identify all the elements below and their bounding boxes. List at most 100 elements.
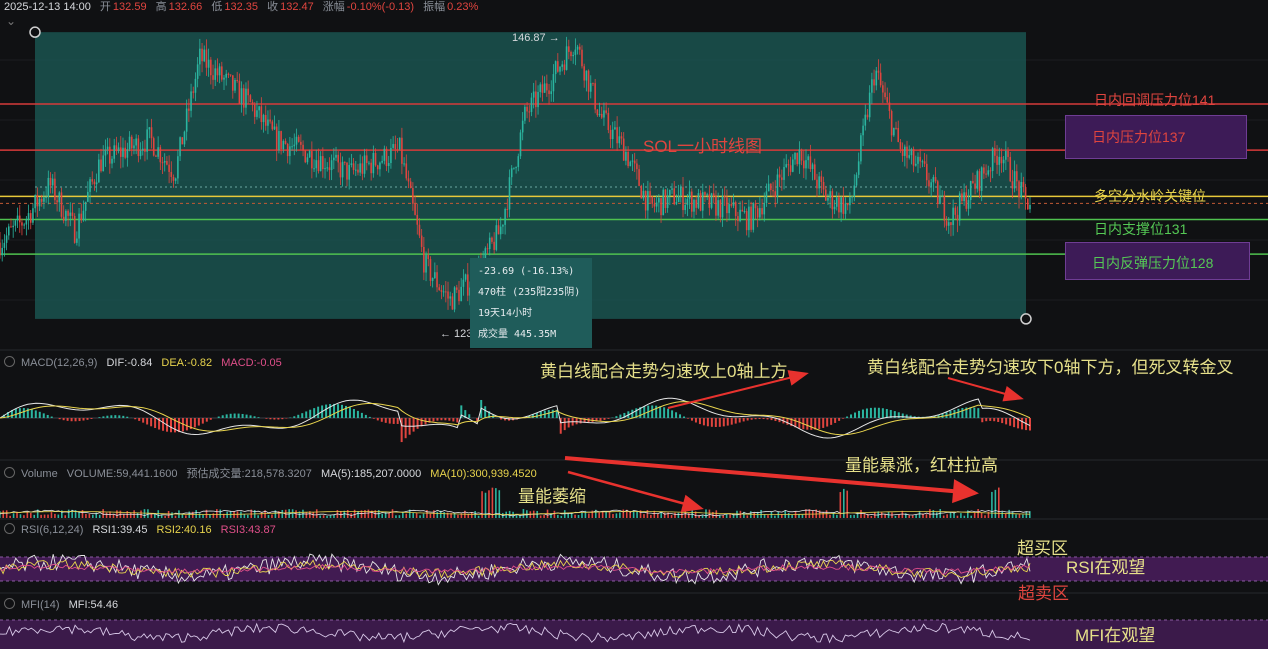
rsi-settings-icon[interactable] — [4, 523, 15, 534]
macd-hist-bar — [758, 418, 761, 419]
macd-hist-bar — [38, 411, 41, 418]
candle-body — [460, 286, 462, 302]
macd-hist-bar — [822, 418, 825, 428]
volume-bar — [908, 515, 911, 518]
candle-body — [743, 211, 746, 213]
macd-hist-bar — [846, 416, 849, 418]
volume-bar — [88, 513, 91, 518]
candle-body — [352, 163, 355, 171]
candle-body — [253, 104, 256, 117]
volume-bar — [85, 513, 87, 518]
volume-bar — [67, 509, 70, 518]
volume-bar — [98, 514, 101, 518]
candle-body — [677, 195, 680, 203]
volume-bar — [949, 512, 952, 518]
volume-bar — [491, 487, 494, 518]
volume-bar — [715, 510, 718, 518]
volume-bar — [188, 511, 191, 518]
volume-bar — [136, 512, 139, 518]
macd-hist-bar — [806, 418, 809, 430]
indicator-settings-icon[interactable] — [4, 356, 15, 367]
candle-body — [851, 196, 853, 198]
macd-hist-bar — [500, 418, 503, 420]
candle-body — [315, 160, 318, 169]
stat-change: -23.69 (-16.13%) — [478, 266, 575, 277]
volume-bar — [577, 514, 580, 518]
volume-bar — [705, 509, 707, 518]
macd-hist-bar — [679, 414, 682, 418]
candle-body — [128, 136, 131, 150]
candle-body — [451, 296, 454, 310]
macd-hist-bar — [885, 408, 888, 418]
candle-body — [728, 204, 730, 214]
candle-body — [627, 151, 629, 167]
range-handle-start — [29, 26, 41, 38]
volume-bar — [436, 511, 439, 518]
macd-hist-bar — [42, 413, 45, 418]
candle-body — [967, 200, 970, 209]
candle-body — [146, 129, 148, 152]
candle-body — [759, 208, 761, 218]
candle-body — [600, 113, 603, 118]
candle-body — [598, 113, 601, 116]
high-label: 高 — [155, 1, 167, 13]
candle-body — [148, 127, 151, 130]
candle-body — [853, 185, 856, 197]
range-stats-box: -23.69 (-16.13%) 470柱 (235阳235阴) 19天14小时… — [470, 258, 592, 348]
candle-body — [207, 59, 210, 68]
macd-hist-bar — [412, 418, 415, 432]
candle-body — [119, 147, 122, 157]
candle-body — [453, 287, 456, 310]
candle-body — [638, 169, 640, 186]
volume-bar — [863, 513, 866, 518]
candle-body — [884, 92, 886, 98]
volume-bar — [267, 514, 270, 518]
candle-body — [603, 110, 605, 118]
volume-bar — [522, 509, 525, 518]
candle-body — [662, 189, 665, 216]
volume-bar — [1001, 511, 1004, 518]
macd-hist-bar — [265, 418, 268, 419]
macd-hist-bar — [607, 418, 610, 419]
volume-bar — [956, 515, 959, 518]
mfi-settings-icon[interactable] — [4, 598, 15, 609]
candle-body — [218, 66, 221, 76]
macd-hist-bar — [209, 418, 212, 420]
collapse-chevron-icon[interactable]: ⌄ — [6, 14, 16, 28]
macd-hist-bar — [1005, 418, 1008, 425]
volume-bar — [911, 515, 914, 518]
volume-bar — [226, 511, 228, 518]
candle-body — [423, 246, 425, 273]
macd-hist-bar — [718, 418, 721, 427]
candle-body — [319, 156, 322, 172]
macd-hist-bar — [102, 416, 105, 418]
candle-body — [36, 195, 39, 207]
candle-body — [289, 146, 291, 157]
candle-body — [493, 241, 495, 250]
rsi-3: RSI3:43.87 — [220, 524, 276, 536]
macd-hist-bar — [857, 410, 860, 418]
candle-body — [122, 147, 124, 157]
candle-body — [712, 193, 715, 197]
arrow-volume-shrink-head — [680, 494, 704, 513]
candle-body — [249, 95, 252, 102]
rsi-overbought-label: 超买区 — [1017, 539, 1068, 558]
macd-hist-bar — [651, 405, 654, 418]
macd-hist-bar — [567, 418, 570, 428]
macd-hist-bar — [865, 408, 868, 418]
volume-settings-icon[interactable] — [4, 467, 15, 478]
macd-hist-bar — [977, 408, 980, 418]
candle-body — [734, 202, 737, 217]
macd-hist-bar — [241, 413, 244, 418]
candle-body — [216, 68, 219, 76]
volume-bar — [729, 514, 731, 518]
volume-bar — [543, 514, 545, 518]
candle-body — [690, 191, 693, 212]
volume-bar — [319, 515, 321, 518]
candle-body — [174, 178, 177, 181]
macd-hist-bar — [440, 418, 443, 421]
candle-body — [956, 214, 959, 221]
volume-bar — [1022, 514, 1024, 518]
candle-body — [813, 164, 816, 180]
candle-body — [434, 272, 436, 279]
